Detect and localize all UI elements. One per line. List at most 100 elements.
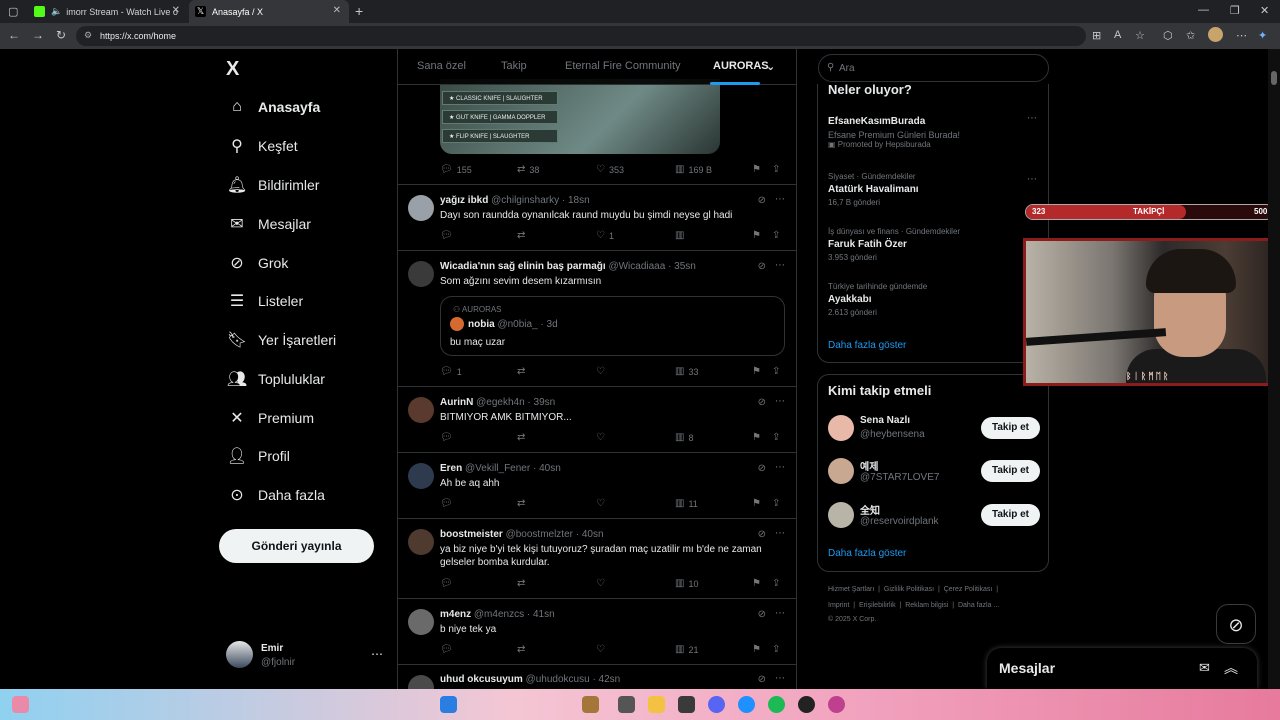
nav-communities[interactable]: 👥︎ Topluluklar	[226, 367, 325, 391]
bookmark-button[interactable]: ⚑	[752, 230, 765, 241]
post[interactable]: boostmeister @boostmelzter · 40sn ⊘ ⋯ ya…	[398, 519, 796, 599]
more-icon[interactable]: ⋯	[775, 260, 786, 271]
reply-button[interactable]: 💬︎	[440, 578, 457, 589]
terminal-icon[interactable]	[678, 696, 695, 713]
discord-icon[interactable]	[708, 696, 725, 713]
author-handle[interactable]: @boostmelzter · 40sn	[506, 529, 604, 540]
post[interactable]: yağız ibkd @chilginsharky · 18sn ⊘ ⋯ Day…	[398, 185, 796, 251]
app-icon[interactable]	[828, 696, 845, 713]
trend-item[interactable]: Siyaset · Gündemdekiler Atatürk Havalima…	[828, 172, 919, 207]
post[interactable]: Wicadia'nın sağ elinin baş parmağı @Wica…	[398, 251, 796, 387]
like-button[interactable]: ♡ 353	[596, 164, 624, 175]
scrollbar-thumb[interactable]	[1271, 71, 1277, 85]
footer-link[interactable]: Hizmet Şartları	[828, 586, 874, 593]
tab-auroras[interactable]: AURORAS	[713, 60, 769, 72]
views-button[interactable]: ▥ 11	[675, 498, 698, 509]
messages-drawer[interactable]: Mesajlar ✉ ︽	[987, 648, 1257, 689]
avatar[interactable]	[408, 463, 434, 489]
app-icon[interactable]	[582, 696, 599, 713]
author-name[interactable]: uhud okcusuyum	[440, 674, 523, 685]
follow-suggestion[interactable]: Sena Nazlı @heybensena Takip et	[828, 413, 1040, 443]
extensions-icon[interactable]: ⬡	[1163, 29, 1173, 42]
repost-button[interactable]: ⇄	[517, 498, 529, 509]
reply-button[interactable]: 💬︎ 1	[440, 366, 462, 377]
trend-item[interactable]: EfsaneKasımBurada Efsane Premium Günleri…	[828, 113, 960, 149]
bookmark-button[interactable]: ⚑	[752, 498, 765, 509]
share-button[interactable]: ⇪	[772, 644, 784, 655]
author-handle[interactable]: @uhudokcusu · 42sn	[526, 674, 621, 685]
trend-item[interactable]: İş dünyası ve finans · Gündemdekiler Far…	[828, 227, 960, 262]
minimize-icon[interactable]: —	[1198, 4, 1209, 16]
copilot-icon[interactable]: ✦	[1258, 29, 1267, 42]
bookmark-button[interactable]: ⚑	[752, 164, 765, 175]
close-icon[interactable]: ✕	[172, 5, 180, 16]
repost-button[interactable]: ⇄	[517, 432, 529, 443]
nav-grok[interactable]: ⊘ Grok	[226, 251, 288, 275]
folder-icon[interactable]	[648, 696, 665, 713]
more-icon[interactable]: ⋯	[775, 673, 786, 684]
grok-icon[interactable]: ⊘	[758, 261, 766, 272]
post-media[interactable]: ★ CLASSIC KNIFE | SLAUGHTER ★ GUT KNIFE …	[440, 79, 720, 154]
grok-icon[interactable]: ⊘	[758, 609, 766, 620]
more-icon[interactable]: ⋯	[775, 462, 786, 473]
trend-item[interactable]: Türkiye tarihinde gündemde Ayakkabı 2.61…	[828, 282, 927, 317]
author-name[interactable]: Wicadia'nın sağ elinin baş parmağı	[440, 261, 606, 272]
app-icon[interactable]: ⊞	[1092, 29, 1101, 42]
page-scrollbar[interactable]	[1268, 49, 1280, 689]
more-icon[interactable]: ⋯	[775, 528, 786, 539]
footer-link[interactable]: Erişilebilirlik	[859, 602, 896, 609]
grok-icon[interactable]: ⊘	[758, 674, 766, 685]
bookmark-button[interactable]: ⚑	[752, 644, 765, 655]
browser-tab-x[interactable]: 𝕏 Anasayfa / X ✕	[189, 0, 349, 23]
favorite-icon[interactable]: ☆	[1135, 29, 1145, 42]
avatar[interactable]	[408, 195, 434, 221]
post[interactable]: AurinN @egekh4n · 39sn ⊘ ⋯ BITMIYOR AMK …	[398, 387, 796, 453]
follow-button[interactable]: Takip et	[981, 460, 1040, 482]
reload-icon[interactable]: ↻	[56, 28, 66, 42]
follow-button[interactable]: Takip et	[981, 417, 1040, 439]
nav-more[interactable]: ⊙ Daha fazla	[226, 483, 325, 507]
more-icon[interactable]: ⋯	[775, 194, 786, 205]
repost-button[interactable]: ⇄	[517, 230, 529, 241]
share-button[interactable]: ⇪	[772, 164, 784, 175]
avatar[interactable]	[408, 261, 434, 287]
reply-button[interactable]: 💬︎ 155	[440, 164, 472, 175]
nav-premium[interactable]: ✕ Premium	[226, 406, 314, 430]
speaker-icon[interactable]: 🔈	[51, 6, 62, 17]
author-handle[interactable]: @m4enzcs · 41sn	[474, 609, 555, 620]
url-field[interactable]: ⚙ https://x.com/home	[76, 26, 1086, 46]
like-button[interactable]: ♡	[596, 432, 609, 443]
views-button[interactable]: ▥ 21	[675, 644, 698, 655]
views-button[interactable]: ▥ 10	[675, 578, 698, 589]
reply-button[interactable]: 💬︎	[440, 498, 457, 509]
share-button[interactable]: ⇪	[772, 230, 784, 241]
like-button[interactable]: ♡	[596, 366, 609, 377]
account-switcher[interactable]: Emir @fjolnir ⋯	[226, 641, 386, 671]
nav-lists[interactable]: ☰ Listeler	[226, 289, 303, 313]
app-icon[interactable]	[618, 696, 635, 713]
site-info-icon[interactable]: ⚙	[84, 30, 92, 41]
post[interactable]: m4enz @m4enzcs · 41sn ⊘ ⋯ b niye tek ya …	[398, 599, 796, 665]
reply-button[interactable]: 💬︎	[440, 230, 457, 241]
window-close-icon[interactable]: ✕	[1260, 4, 1269, 17]
obs-icon[interactable]	[798, 696, 815, 713]
share-button[interactable]: ⇪	[772, 366, 784, 377]
like-button[interactable]: ♡	[596, 644, 609, 655]
search-input[interactable]: ⚲ Ara	[818, 54, 1049, 82]
like-button[interactable]: ♡ 1	[596, 230, 614, 241]
follow-button[interactable]: Takip et	[981, 504, 1040, 526]
share-button[interactable]: ⇪	[772, 578, 784, 589]
chevron-up-icon[interactable]: ︽	[1224, 658, 1238, 678]
quoted-post[interactable]: ⚇ AURORAS nobia @n0bia_ · 3d bu maç uzar	[440, 296, 785, 356]
x-logo[interactable]: X	[226, 58, 239, 81]
author-name[interactable]: yağız ibkd	[440, 195, 488, 206]
footer-link[interactable]: Gizlilik Politikası	[884, 586, 934, 593]
nav-home[interactable]: ⌂ Anasayfa	[226, 95, 320, 119]
trends-show-more-link[interactable]: Daha fazla göster	[828, 340, 906, 351]
nav-bookmarks[interactable]: 🔖︎ Yer İşaretleri	[226, 328, 336, 352]
compose-message-icon[interactable]: ✉	[1199, 660, 1210, 676]
repost-button[interactable]: ⇄	[517, 644, 529, 655]
bookmark-button[interactable]: ⚑	[752, 578, 765, 589]
post-button[interactable]: Gönderi yayınla	[219, 529, 374, 563]
follow-suggestion[interactable]: 예제 @7STAR7LOVE7 Takip et	[828, 456, 1040, 486]
